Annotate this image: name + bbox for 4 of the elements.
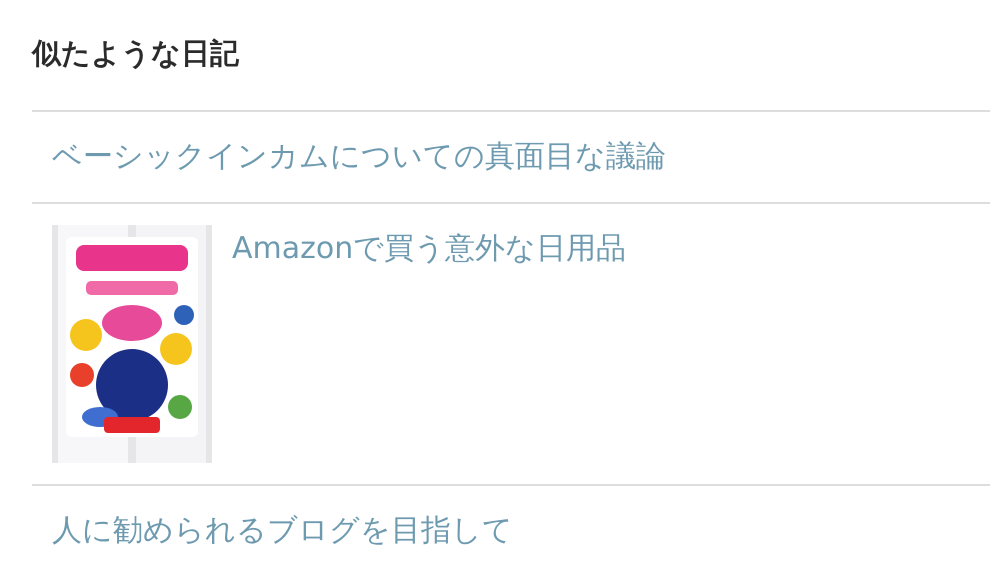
section-heading: 似たような日記 [32, 0, 990, 112]
article-link[interactable]: ベーシックインカムについての真面目な議論 [52, 133, 666, 181]
article-link[interactable]: 人に勧められるブログを目指して [52, 507, 513, 555]
article-link[interactable]: Amazonで買う意外な日用品 [232, 225, 626, 273]
